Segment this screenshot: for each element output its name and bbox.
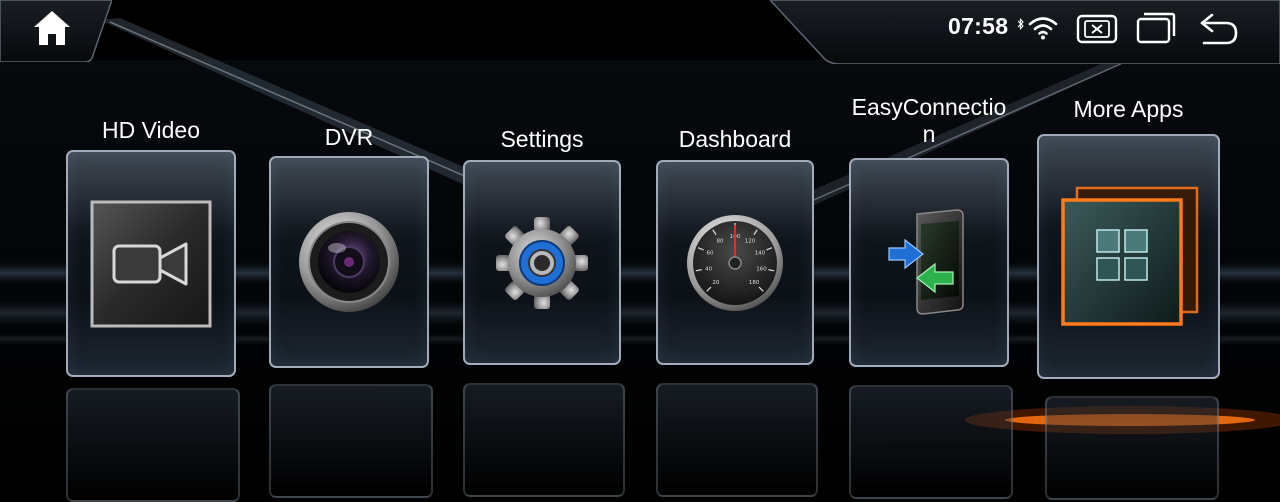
close-window-icon[interactable] (1076, 14, 1118, 44)
app-label-easyconnection: EasyConnectio n (851, 94, 1007, 147)
speedometer-tick-label: 140 (755, 250, 766, 256)
speedometer-tick-label: 20 (712, 280, 719, 286)
home-icon (34, 11, 70, 45)
app-tile-settings[interactable]: Settings (463, 122, 621, 365)
phone-connection-icon (888, 208, 964, 315)
bluetooth-icon (1017, 18, 1024, 30)
gear-icon (496, 216, 588, 309)
speedometer-tick-label: 180 (749, 280, 760, 286)
app-tile-dashboard[interactable]: Dashboard 20406080100120140160180 (656, 122, 814, 365)
app-tile-hd-video[interactable]: HD Video (66, 113, 236, 377)
reflection-easyconnection (849, 385, 1013, 499)
wifi-icon (1028, 17, 1058, 40)
speedometer-tick-label: 80 (716, 238, 723, 244)
app-panel-more-apps (1037, 134, 1220, 379)
camera-lens-icon (299, 212, 399, 312)
speedometer-tick-label: 160 (756, 266, 767, 272)
app-panel-hd-video (66, 150, 236, 377)
app-tile-dvr[interactable]: DVR (269, 120, 429, 368)
recent-apps-icon[interactable] (1136, 12, 1176, 44)
speedometer-tick-label: 120 (745, 238, 756, 244)
app-label-dashboard: Dashboard (678, 126, 792, 152)
home-button[interactable] (30, 8, 74, 48)
app-label-hd-video: HD Video (101, 117, 201, 143)
clock-time: 07:58 (948, 13, 1009, 39)
reflection-more-apps (1045, 396, 1219, 500)
app-label-more-apps: More Apps (1073, 96, 1184, 122)
app-panel-settings (463, 160, 621, 365)
app-tile-more-apps[interactable]: More Apps (1037, 94, 1220, 379)
back-arrow-icon[interactable] (1198, 13, 1240, 45)
app-label-dvr: DVR (324, 124, 374, 150)
speedometer-tick-label: 60 (707, 250, 714, 256)
app-label-settings: Settings (500, 126, 584, 152)
app-grid-icon (1060, 186, 1198, 326)
speedometer-icon: 20406080100120140160180 (687, 214, 783, 311)
speedometer-tick-label: 40 (705, 266, 712, 272)
video-camera-icon (90, 200, 212, 327)
reflection-dvr (269, 384, 433, 498)
app-panel-easyconnection (849, 158, 1009, 367)
reflection-hd-video (66, 388, 240, 502)
app-panel-dvr (269, 156, 429, 368)
app-panel-dashboard: 20406080100120140160180 (656, 160, 814, 365)
app-tile-easyconnection[interactable]: EasyConnectio n (849, 94, 1009, 367)
